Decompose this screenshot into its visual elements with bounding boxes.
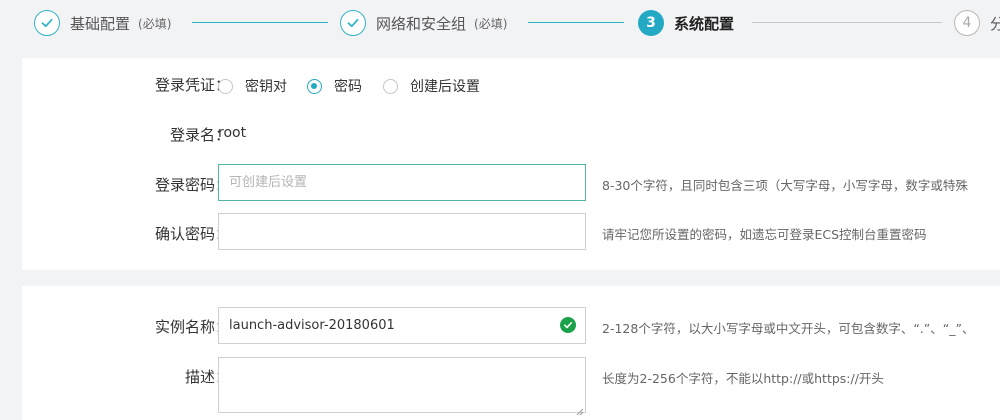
step-number: 3 xyxy=(638,10,664,36)
step-required-tag: (必填) xyxy=(474,16,508,31)
description-label: 描述： xyxy=(184,368,230,386)
stepper: 基础配置 (必填) 网络和安全组 (必填) 3 系统配置 4 分 xyxy=(0,0,1000,48)
login-password-hint: 8-30个字符，且同时包含三项（大写字母，小写字母，数字或特殊 xyxy=(602,178,968,193)
check-icon xyxy=(34,10,60,36)
confirm-password-hint: 请牢记您所设置的密码，如遗忘可登录ECS控制台重置密码 xyxy=(602,227,927,242)
login-password-label: 登录密码： xyxy=(154,176,230,194)
login-name-value: root xyxy=(218,125,247,141)
radio-key-pair[interactable]: 密钥对 xyxy=(218,76,287,96)
radio-button[interactable] xyxy=(307,78,322,94)
login-credential-label: 登录凭证： xyxy=(154,76,230,94)
valid-check-icon xyxy=(560,317,576,333)
radio-label: 密钥对 xyxy=(245,79,287,95)
step-label: 分 xyxy=(990,14,1000,33)
step-basic-config[interactable]: 基础配置 (必填) xyxy=(34,8,171,38)
description-textarea[interactable] xyxy=(218,357,586,413)
step-system-config[interactable]: 3 系统配置 xyxy=(638,8,734,38)
step-next[interactable]: 4 分 xyxy=(954,8,1000,38)
login-password-input[interactable] xyxy=(218,164,586,201)
confirm-password-input[interactable] xyxy=(218,213,586,250)
step-label: 系统配置 xyxy=(674,14,735,33)
instance-name-hint: 2-128个字符，以大小写字母或中文开头，可包含数字、“.”、“_”、 xyxy=(602,321,975,336)
description-hint: 长度为2-256个字符，不能以http://或https://开头 xyxy=(602,371,884,386)
step-connector xyxy=(752,22,942,23)
resize-grip-icon[interactable] xyxy=(574,401,584,416)
step-network-security[interactable]: 网络和安全组 (必填) xyxy=(340,8,507,38)
step-label: 网络和安全组 xyxy=(376,14,467,33)
radio-password[interactable]: 密码 xyxy=(307,76,362,96)
radio-label: 创建后设置 xyxy=(410,79,480,95)
login-name-label: 登录名： xyxy=(169,126,230,144)
instance-name-label: 实例名称： xyxy=(154,318,230,336)
step-connector xyxy=(192,22,328,23)
instance-name-input[interactable] xyxy=(218,307,586,344)
radio-set-later[interactable]: 创建后设置 xyxy=(383,76,480,96)
step-required-tag: (必填) xyxy=(138,16,172,31)
radio-label: 密码 xyxy=(334,79,362,95)
radio-button[interactable] xyxy=(383,78,398,94)
step-connector xyxy=(528,22,624,23)
step-label: 基础配置 xyxy=(70,14,131,33)
confirm-password-label: 确认密码： xyxy=(154,225,230,243)
login-settings-panel: 登录凭证： 密钥对 密码 创建后设置 登录名： root 登录密码： 8-30个… xyxy=(22,58,1000,270)
step-number: 4 xyxy=(954,10,980,36)
radio-button[interactable] xyxy=(218,78,233,94)
instance-info-panel: 实例名称： 2-128个字符，以大小写字母或中文开头，可包含数字、“.”、“_”… xyxy=(22,286,1000,420)
check-icon xyxy=(340,10,366,36)
